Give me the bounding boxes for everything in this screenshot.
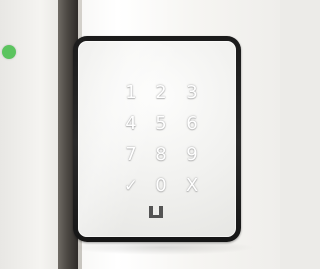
brand-logo-icon	[147, 204, 165, 220]
key-3[interactable]: 3	[178, 81, 206, 105]
confirm-key[interactable]: ✓	[117, 174, 145, 198]
key-7[interactable]: 7	[117, 143, 145, 167]
clear-key[interactable]: X	[178, 174, 206, 198]
key-8[interactable]: 8	[147, 143, 175, 167]
keypad-device: 1 2 3 4 5 6 7 8 9 ✓ 0 X	[73, 36, 241, 242]
key-9[interactable]: 9	[178, 143, 206, 167]
key-0[interactable]: 0	[147, 174, 175, 198]
shadow	[70, 240, 255, 255]
key-4[interactable]: 4	[117, 112, 145, 136]
keypad-face: 1 2 3 4 5 6 7 8 9 ✓ 0 X	[78, 41, 236, 237]
key-1[interactable]: 1	[117, 81, 145, 105]
key-6[interactable]: 6	[178, 112, 206, 136]
key-2[interactable]: 2	[147, 81, 175, 105]
keypad-photo: 1 2 3 4 5 6 7 8 9 ✓ 0 X	[0, 0, 280, 269]
status-dot-icon	[2, 45, 16, 59]
key-5[interactable]: 5	[147, 112, 175, 136]
wall-panel	[0, 0, 58, 269]
